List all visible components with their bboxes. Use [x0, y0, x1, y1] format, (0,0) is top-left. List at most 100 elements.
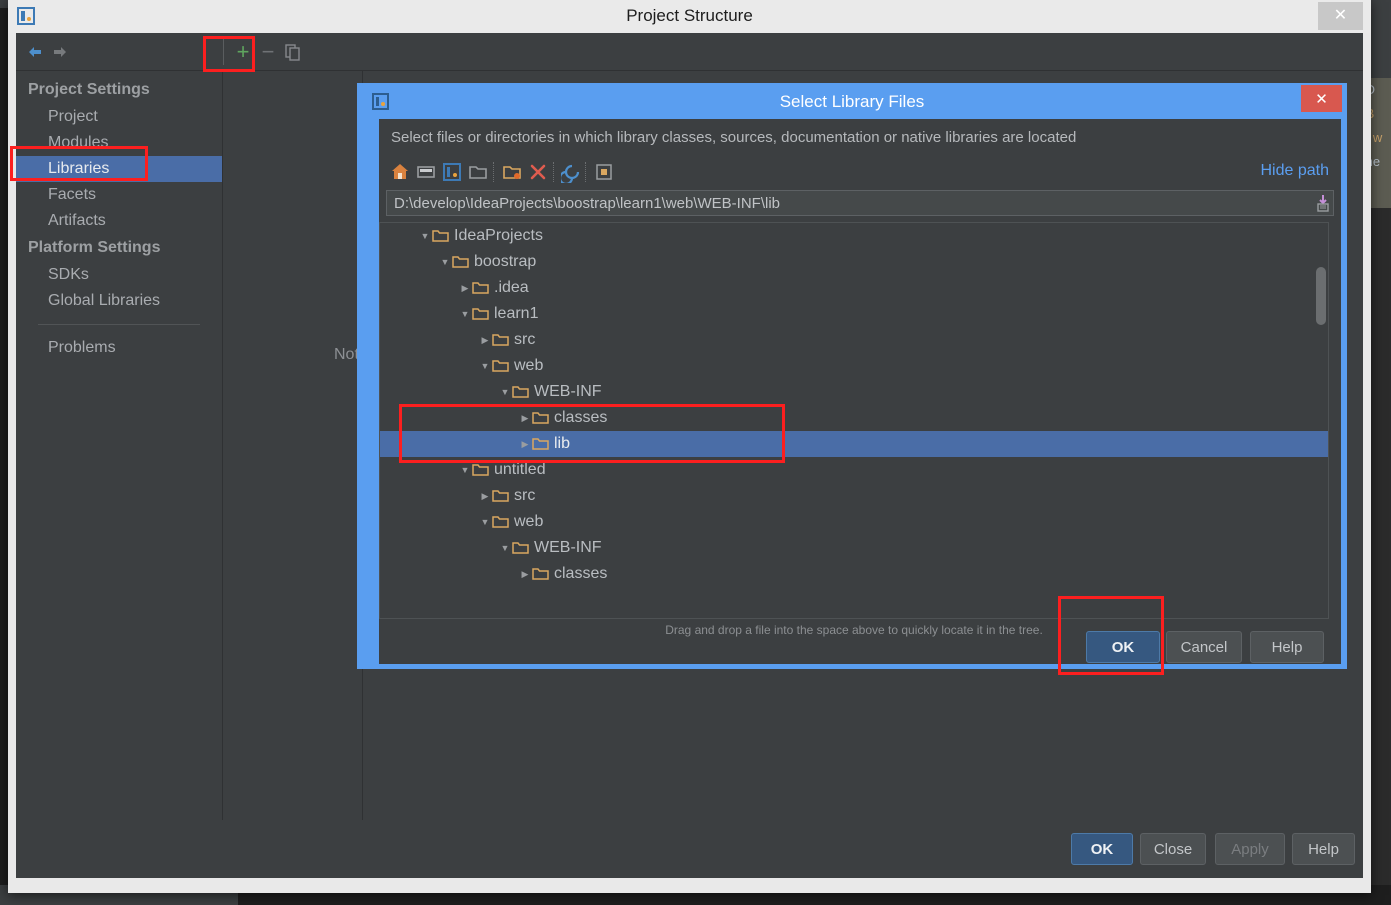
tree-row-label: src	[514, 331, 536, 348]
tree-row-label: untitled	[494, 461, 546, 478]
tree-row[interactable]: ▶ src	[380, 327, 1328, 353]
tree-row[interactable]: ▼ web	[380, 353, 1328, 379]
project-structure-footer: OK Close Apply Help	[16, 820, 1363, 878]
ok-button[interactable]: OK	[1071, 833, 1133, 865]
folder-icon	[532, 563, 549, 580]
select-library-help-button[interactable]: Help	[1250, 631, 1324, 663]
refresh-icon[interactable]	[558, 161, 583, 186]
tree-row-indent: ▼ learn1	[380, 301, 539, 327]
page-title: Project Structure	[626, 6, 753, 25]
sidebar-item-global-libraries[interactable]: Global Libraries	[16, 288, 222, 314]
folder-icon	[432, 225, 449, 242]
tree-row-indent: ▼ IdeaProjects	[380, 223, 543, 249]
tree-row-label: WEB-INF	[534, 383, 602, 400]
tree-scrollbar[interactable]	[1316, 225, 1326, 618]
folder-icon	[472, 459, 489, 476]
tree-row-indent: ▼ WEB-INF	[380, 535, 602, 561]
tree-row[interactable]: ▶ classes	[380, 405, 1328, 431]
close-button[interactable]: Close	[1140, 833, 1206, 865]
tree-row[interactable]: ▶ classes	[380, 561, 1328, 587]
apply-button[interactable]: Apply	[1215, 833, 1285, 865]
tree-row[interactable]: ▼ boostrap	[380, 249, 1328, 275]
help-button[interactable]: Help	[1292, 833, 1355, 865]
tree-row[interactable]: ▶ .idea	[380, 275, 1328, 301]
chevron-down-icon[interactable]: ▼	[458, 301, 472, 327]
chevron-down-icon[interactable]: ▼	[458, 457, 472, 483]
folder-icon	[532, 433, 549, 450]
sidebar-item-project[interactable]: Project	[16, 104, 222, 130]
folder-icon	[472, 303, 489, 320]
project-icon[interactable]	[441, 161, 463, 183]
sidebar-item-problems[interactable]: Problems	[16, 335, 222, 361]
folder-icon	[492, 485, 509, 502]
chevron-right-icon[interactable]: ▶	[518, 431, 532, 457]
chevron-right-icon[interactable]: ▶	[518, 405, 532, 431]
tree-row-label: boostrap	[474, 253, 537, 270]
copy-icon[interactable]	[283, 42, 303, 62]
arrow-left-icon[interactable]	[26, 43, 44, 61]
hide-path-link[interactable]: Hide path	[1261, 162, 1330, 180]
chevron-down-icon[interactable]: ▼	[478, 353, 492, 379]
folder-icon	[452, 251, 469, 268]
folder-icon	[512, 381, 529, 398]
sidebar-divider	[38, 324, 200, 325]
chevron-down-icon[interactable]: ▼	[498, 379, 512, 405]
chevron-right-icon[interactable]: ▶	[478, 327, 492, 353]
tree-row-indent: ▼ web	[380, 509, 544, 535]
chevron-down-icon[interactable]: ▼	[498, 535, 512, 561]
show-hidden-icon[interactable]	[593, 161, 615, 183]
tree-row[interactable]: ▼ untitled	[380, 457, 1328, 483]
path-input[interactable]	[387, 194, 1313, 212]
chevron-right-icon[interactable]: ▶	[478, 483, 492, 509]
sidebar-item-sdks[interactable]: SDKs	[16, 262, 222, 288]
tree-row-indent: ▶ src	[380, 327, 536, 353]
delete-icon[interactable]	[527, 161, 549, 183]
tree-row-label: classes	[554, 409, 608, 426]
tree-row[interactable]: ▶ lib	[380, 431, 1328, 457]
select-library-files-body: Select files or directories in which lib…	[379, 119, 1341, 664]
tree-row[interactable]: ▼ learn1	[380, 301, 1328, 327]
folder-icon	[512, 537, 529, 554]
sidebar-item-libraries[interactable]: Libraries	[16, 156, 222, 182]
project-structure-sidebar: Project Settings Project Modules Librari…	[16, 71, 223, 850]
tree-row[interactable]: ▼ WEB-INF	[380, 379, 1328, 405]
chevron-right-icon[interactable]: ▶	[458, 275, 472, 301]
tree-row-label: classes	[554, 565, 608, 582]
paste-path-icon[interactable]	[1313, 191, 1333, 215]
tree-row-label: lib	[554, 435, 571, 452]
remove-library-button[interactable]: −	[257, 40, 279, 64]
arrow-right-icon[interactable]	[51, 43, 69, 61]
close-icon[interactable]: ✕	[1301, 85, 1342, 112]
close-icon[interactable]: ✕	[1318, 2, 1363, 30]
tree-row[interactable]: ▼ IdeaProjects	[380, 223, 1328, 249]
add-library-button[interactable]: +	[230, 40, 256, 64]
chevron-down-icon[interactable]: ▼	[478, 509, 492, 535]
chevron-right-icon[interactable]: ▶	[518, 561, 532, 587]
tree-row[interactable]: ▶ src	[380, 483, 1328, 509]
tree-row[interactable]: ▼ WEB-INF	[380, 535, 1328, 561]
toolbar-divider	[493, 162, 494, 182]
tree-scrollbar-thumb[interactable]	[1316, 267, 1326, 325]
chevron-down-icon[interactable]: ▼	[438, 249, 452, 275]
libraries-list-panel[interactable]	[224, 71, 363, 850]
toolbar-divider	[223, 39, 224, 65]
new-folder-icon[interactable]	[501, 161, 523, 183]
select-library-files-titlebar: Select Library Files ✕	[362, 85, 1342, 119]
path-field[interactable]	[386, 190, 1334, 216]
sidebar-item-facets[interactable]: Facets	[16, 182, 222, 208]
desktop-icon[interactable]	[415, 161, 437, 183]
home-icon[interactable]	[389, 161, 411, 183]
module-folder-icon[interactable]	[467, 161, 489, 183]
tree-row-label: .idea	[494, 279, 529, 296]
screen-root: MMMMMM MMMMMM MMMM MMM MMMM MMM MMMMMM M…	[0, 0, 1391, 905]
folder-icon	[532, 407, 549, 424]
file-tree[interactable]: ▼ IdeaProjects ▼ boostrap ▶ .idea ▼ learn1 ▶ src ▼…	[379, 222, 1329, 619]
tree-row-indent: ▶ classes	[380, 561, 608, 587]
tree-row-label: web	[514, 513, 544, 530]
tree-row[interactable]: ▼ web	[380, 509, 1328, 535]
chevron-down-icon[interactable]: ▼	[418, 223, 432, 249]
select-library-cancel-button[interactable]: Cancel	[1166, 631, 1242, 663]
select-library-ok-button[interactable]: OK	[1086, 631, 1160, 663]
sidebar-item-modules[interactable]: Modules	[16, 130, 222, 156]
sidebar-item-artifacts[interactable]: Artifacts	[16, 208, 222, 234]
